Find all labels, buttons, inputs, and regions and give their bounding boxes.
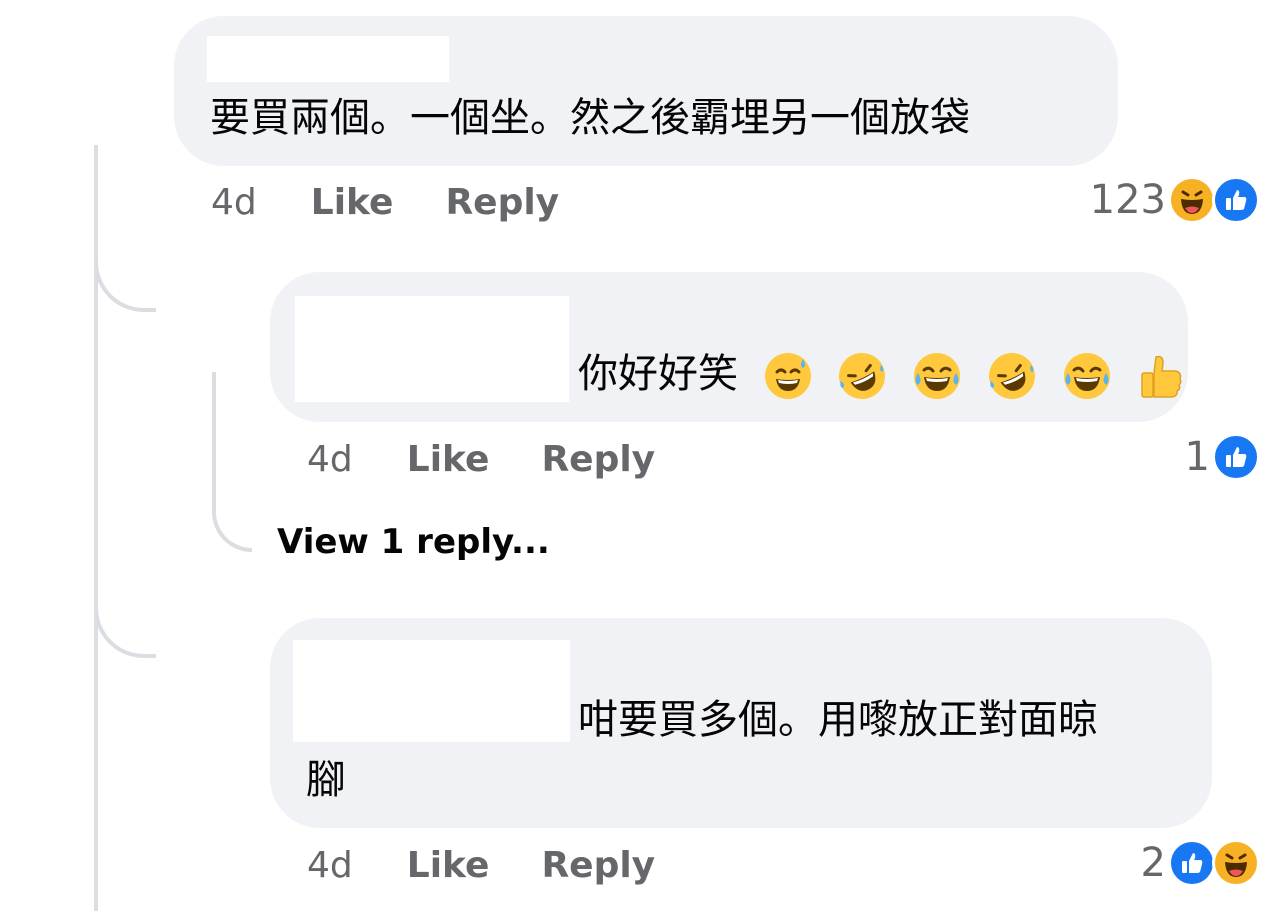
comment-text-3-line2: 腳 [306,757,346,803]
author-name-redacted [293,640,570,742]
author-name-redacted [207,36,449,82]
comment-text: 你好好笑 [578,351,738,397]
like-button[interactable]: Like [407,845,490,886]
reaction-count: 2 [1140,840,1166,886]
joy-emoji [1063,353,1110,399]
timestamp[interactable]: 4d [307,845,353,886]
timestamp[interactable]: 4d [211,182,257,223]
like-icon [1212,433,1260,481]
comment-meta-2: 4d Like Reply [307,439,655,480]
emoji-row [751,351,1187,399]
author-name-redacted [295,296,569,402]
haha-icon [1168,176,1216,224]
thread-line-reply [212,372,252,552]
view-replies-link[interactable]: View 1 reply... [277,522,550,562]
reaction-summary-3[interactable]: 2 [1141,839,1260,887]
comment-text-3-line1: 咁要買多個。用嚟放正對面晾 [578,697,1098,743]
comment-text-2: 你好好笑 [578,350,1186,401]
rofl-emoji [988,353,1035,399]
thread-curve-2 [94,588,156,658]
reaction-summary-2[interactable]: 1 [1185,433,1260,481]
reaction-count: 123 [1089,177,1166,223]
reply-button[interactable]: Reply [445,182,559,223]
thumbs-up-emoji [1141,355,1182,398]
reply-button[interactable]: Reply [541,439,655,480]
sweat-smile-emoji [764,353,811,399]
thread-curve-1 [94,240,156,312]
comment-meta-3: 4d Like Reply [307,845,655,886]
like-icon [1168,839,1216,887]
haha-icon [1212,839,1260,887]
like-button[interactable]: Like [407,439,490,480]
like-icon [1212,176,1260,224]
timestamp[interactable]: 4d [307,439,353,480]
joy-emoji [914,353,961,399]
rofl-emoji [839,353,886,399]
comment-text-1: 要買兩個。一個坐。然之後霸埋另一個放袋 [210,95,970,141]
reaction-summary-1[interactable]: 123 [1090,176,1260,224]
comment-meta-1: 4d Like Reply [211,182,559,223]
like-button[interactable]: Like [311,182,394,223]
reaction-count: 1 [1184,434,1210,480]
reply-button[interactable]: Reply [541,845,655,886]
